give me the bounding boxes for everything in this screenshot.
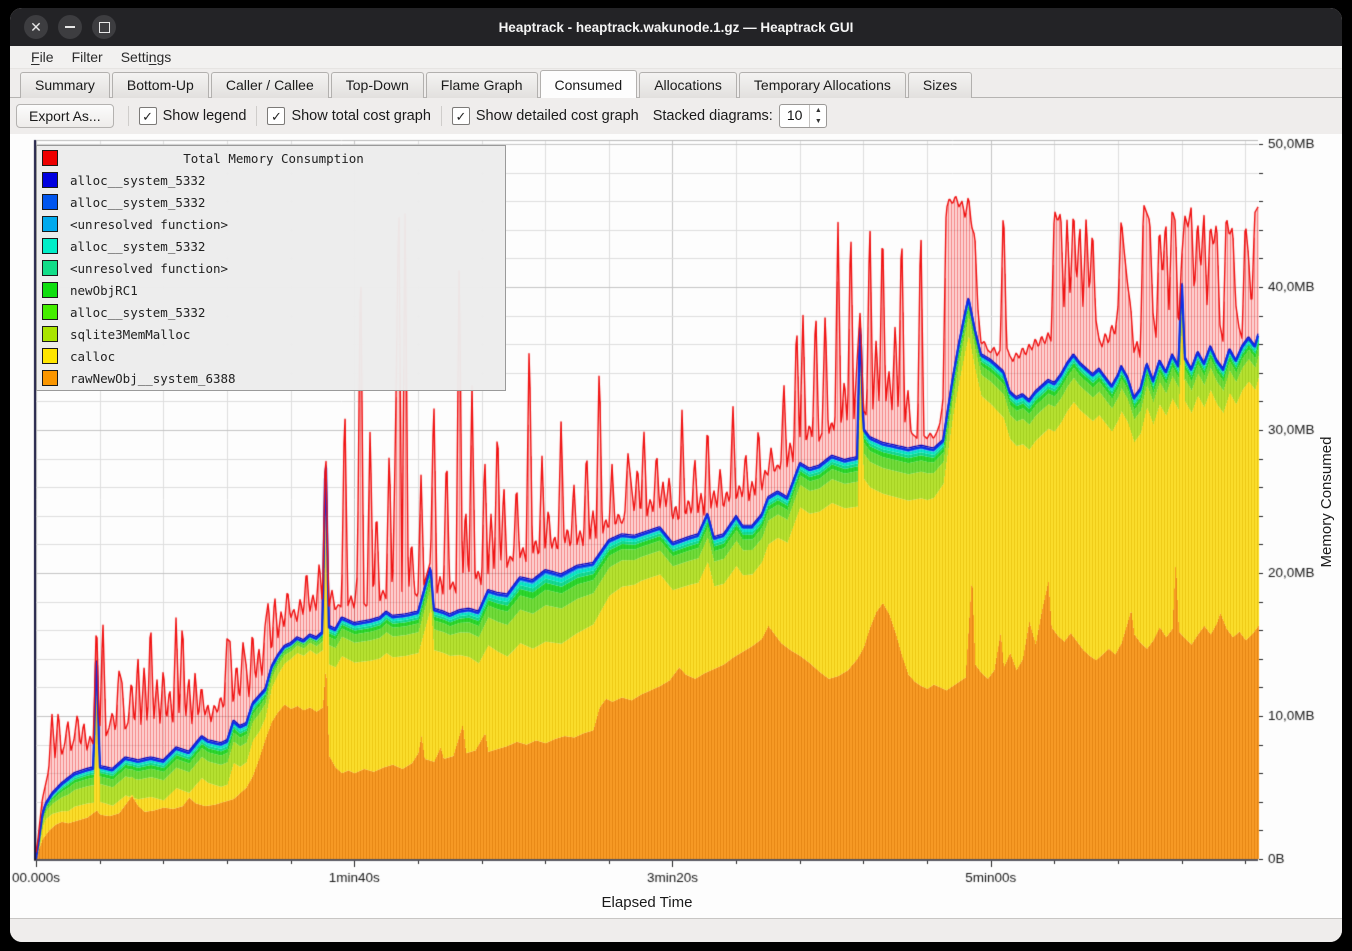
chart-area: Total Memory Consumption alloc__system_53… xyxy=(10,134,1342,919)
legend-swatch-icon xyxy=(42,304,58,320)
checkbox-label: Show legend xyxy=(163,108,247,124)
legend-swatch-icon xyxy=(42,172,58,188)
legend-label: <unresolved function> xyxy=(70,217,228,232)
tab-top-down[interactable]: Top-Down xyxy=(331,72,424,98)
tab-temporary-allocations[interactable]: Temporary Allocations xyxy=(739,72,906,98)
checkbox-label: Show detailed cost graph xyxy=(476,108,639,124)
y-axis-title: Memory Consumed xyxy=(1318,352,1336,652)
toolbar-separator xyxy=(128,106,129,126)
legend-label: alloc__system_5332 xyxy=(70,305,205,320)
legend-item: <unresolved function> xyxy=(37,214,505,234)
window-bottom-strip xyxy=(10,919,1342,942)
chart-legend: Total Memory Consumption alloc__system_53… xyxy=(36,145,506,391)
x-axis-title: Elapsed Time xyxy=(10,894,1284,911)
minimize-button[interactable] xyxy=(58,15,82,39)
legend-item: alloc__system_5332 xyxy=(37,236,505,256)
checkbox-show-legend[interactable]: ✓ Show legend xyxy=(139,107,247,125)
tab-summary[interactable]: Summary xyxy=(20,72,110,98)
legend-item: alloc__system_5332 xyxy=(37,302,505,322)
app-window: ✕ Heaptrack - heaptrack.wakunode.1.gz — … xyxy=(10,8,1342,942)
tab-caller-callee[interactable]: Caller / Callee xyxy=(211,72,329,98)
menu-file[interactable]: File xyxy=(22,48,63,66)
toolbar-separator xyxy=(256,106,257,126)
tab-bottom-up[interactable]: Bottom-Up xyxy=(112,72,209,98)
legend-label: calloc xyxy=(70,349,115,364)
legend-swatch-icon xyxy=(42,194,58,210)
legend-swatch-icon xyxy=(42,216,58,232)
legend-label: <unresolved function> xyxy=(70,261,228,276)
menu-settings[interactable]: Settings xyxy=(112,48,181,66)
window-title: Heaptrack - heaptrack.wakunode.1.gz — He… xyxy=(10,20,1342,35)
export-as-button[interactable]: Export As... xyxy=(16,104,114,128)
close-button[interactable]: ✕ xyxy=(24,15,48,39)
legend-swatch-icon xyxy=(42,370,58,386)
stacked-diagrams-value: 10 xyxy=(780,105,810,127)
spinbox-up-icon[interactable]: ▲ xyxy=(810,105,826,116)
title-bar: ✕ Heaptrack - heaptrack.wakunode.1.gz — … xyxy=(10,8,1342,46)
toolbar: Export As... ✓ Show legend ✓ Show total cos… xyxy=(10,98,1342,134)
checkbox-show-detailed-cost-graph[interactable]: ✓ Show detailed cost graph xyxy=(452,107,639,125)
stacked-diagrams-label: Stacked diagrams: xyxy=(653,108,773,124)
legend-label: alloc__system_5332 xyxy=(70,195,205,210)
legend-item: calloc xyxy=(37,346,505,366)
maximize-button[interactable] xyxy=(92,15,116,39)
legend-item: sqlite3MemMalloc xyxy=(37,324,505,344)
tab-bar: SummaryBottom-UpCaller / CalleeTop-DownF… xyxy=(10,69,1342,98)
checkbox-label: Show total cost graph xyxy=(291,108,430,124)
legend-label: Total Memory Consumption xyxy=(70,151,477,166)
legend-item: rawNewObj__system_6388 xyxy=(37,368,505,388)
legend-label: alloc__system_5332 xyxy=(70,173,205,188)
checkmark-icon: ✓ xyxy=(267,107,285,125)
checkbox-show-total-cost-graph[interactable]: ✓ Show total cost graph xyxy=(267,107,430,125)
menu-filter[interactable]: Filter xyxy=(63,48,112,66)
tab-consumed[interactable]: Consumed xyxy=(540,70,638,98)
legend-item: alloc__system_5332 xyxy=(37,192,505,212)
spinbox-down-icon[interactable]: ▼ xyxy=(810,116,826,127)
tab-allocations[interactable]: Allocations xyxy=(639,72,737,98)
legend-item: newObjRC1 xyxy=(37,280,505,300)
legend-swatch-icon xyxy=(42,348,58,364)
tab-sizes[interactable]: Sizes xyxy=(908,72,972,98)
legend-swatch-icon xyxy=(42,326,58,342)
legend-item: <unresolved function> xyxy=(37,258,505,278)
checkmark-icon: ✓ xyxy=(139,107,157,125)
legend-swatch-icon xyxy=(42,238,58,254)
stacked-diagrams-spinbox[interactable]: 10 ▲ ▼ xyxy=(779,104,828,128)
legend-swatch-icon xyxy=(42,260,58,276)
legend-label: alloc__system_5332 xyxy=(70,239,205,254)
legend-label: rawNewObj__system_6388 xyxy=(70,371,236,386)
menu-bar: FileFilterSettings xyxy=(10,46,1342,69)
legend-item: alloc__system_5332 xyxy=(37,170,505,190)
legend-title-row: Total Memory Consumption xyxy=(37,148,505,168)
legend-label: sqlite3MemMalloc xyxy=(70,327,190,342)
legend-swatch-icon xyxy=(42,150,58,166)
checkmark-icon: ✓ xyxy=(452,107,470,125)
legend-label: newObjRC1 xyxy=(70,283,138,298)
tab-flame-graph[interactable]: Flame Graph xyxy=(426,72,538,98)
legend-swatch-icon xyxy=(42,282,58,298)
toolbar-separator xyxy=(441,106,442,126)
